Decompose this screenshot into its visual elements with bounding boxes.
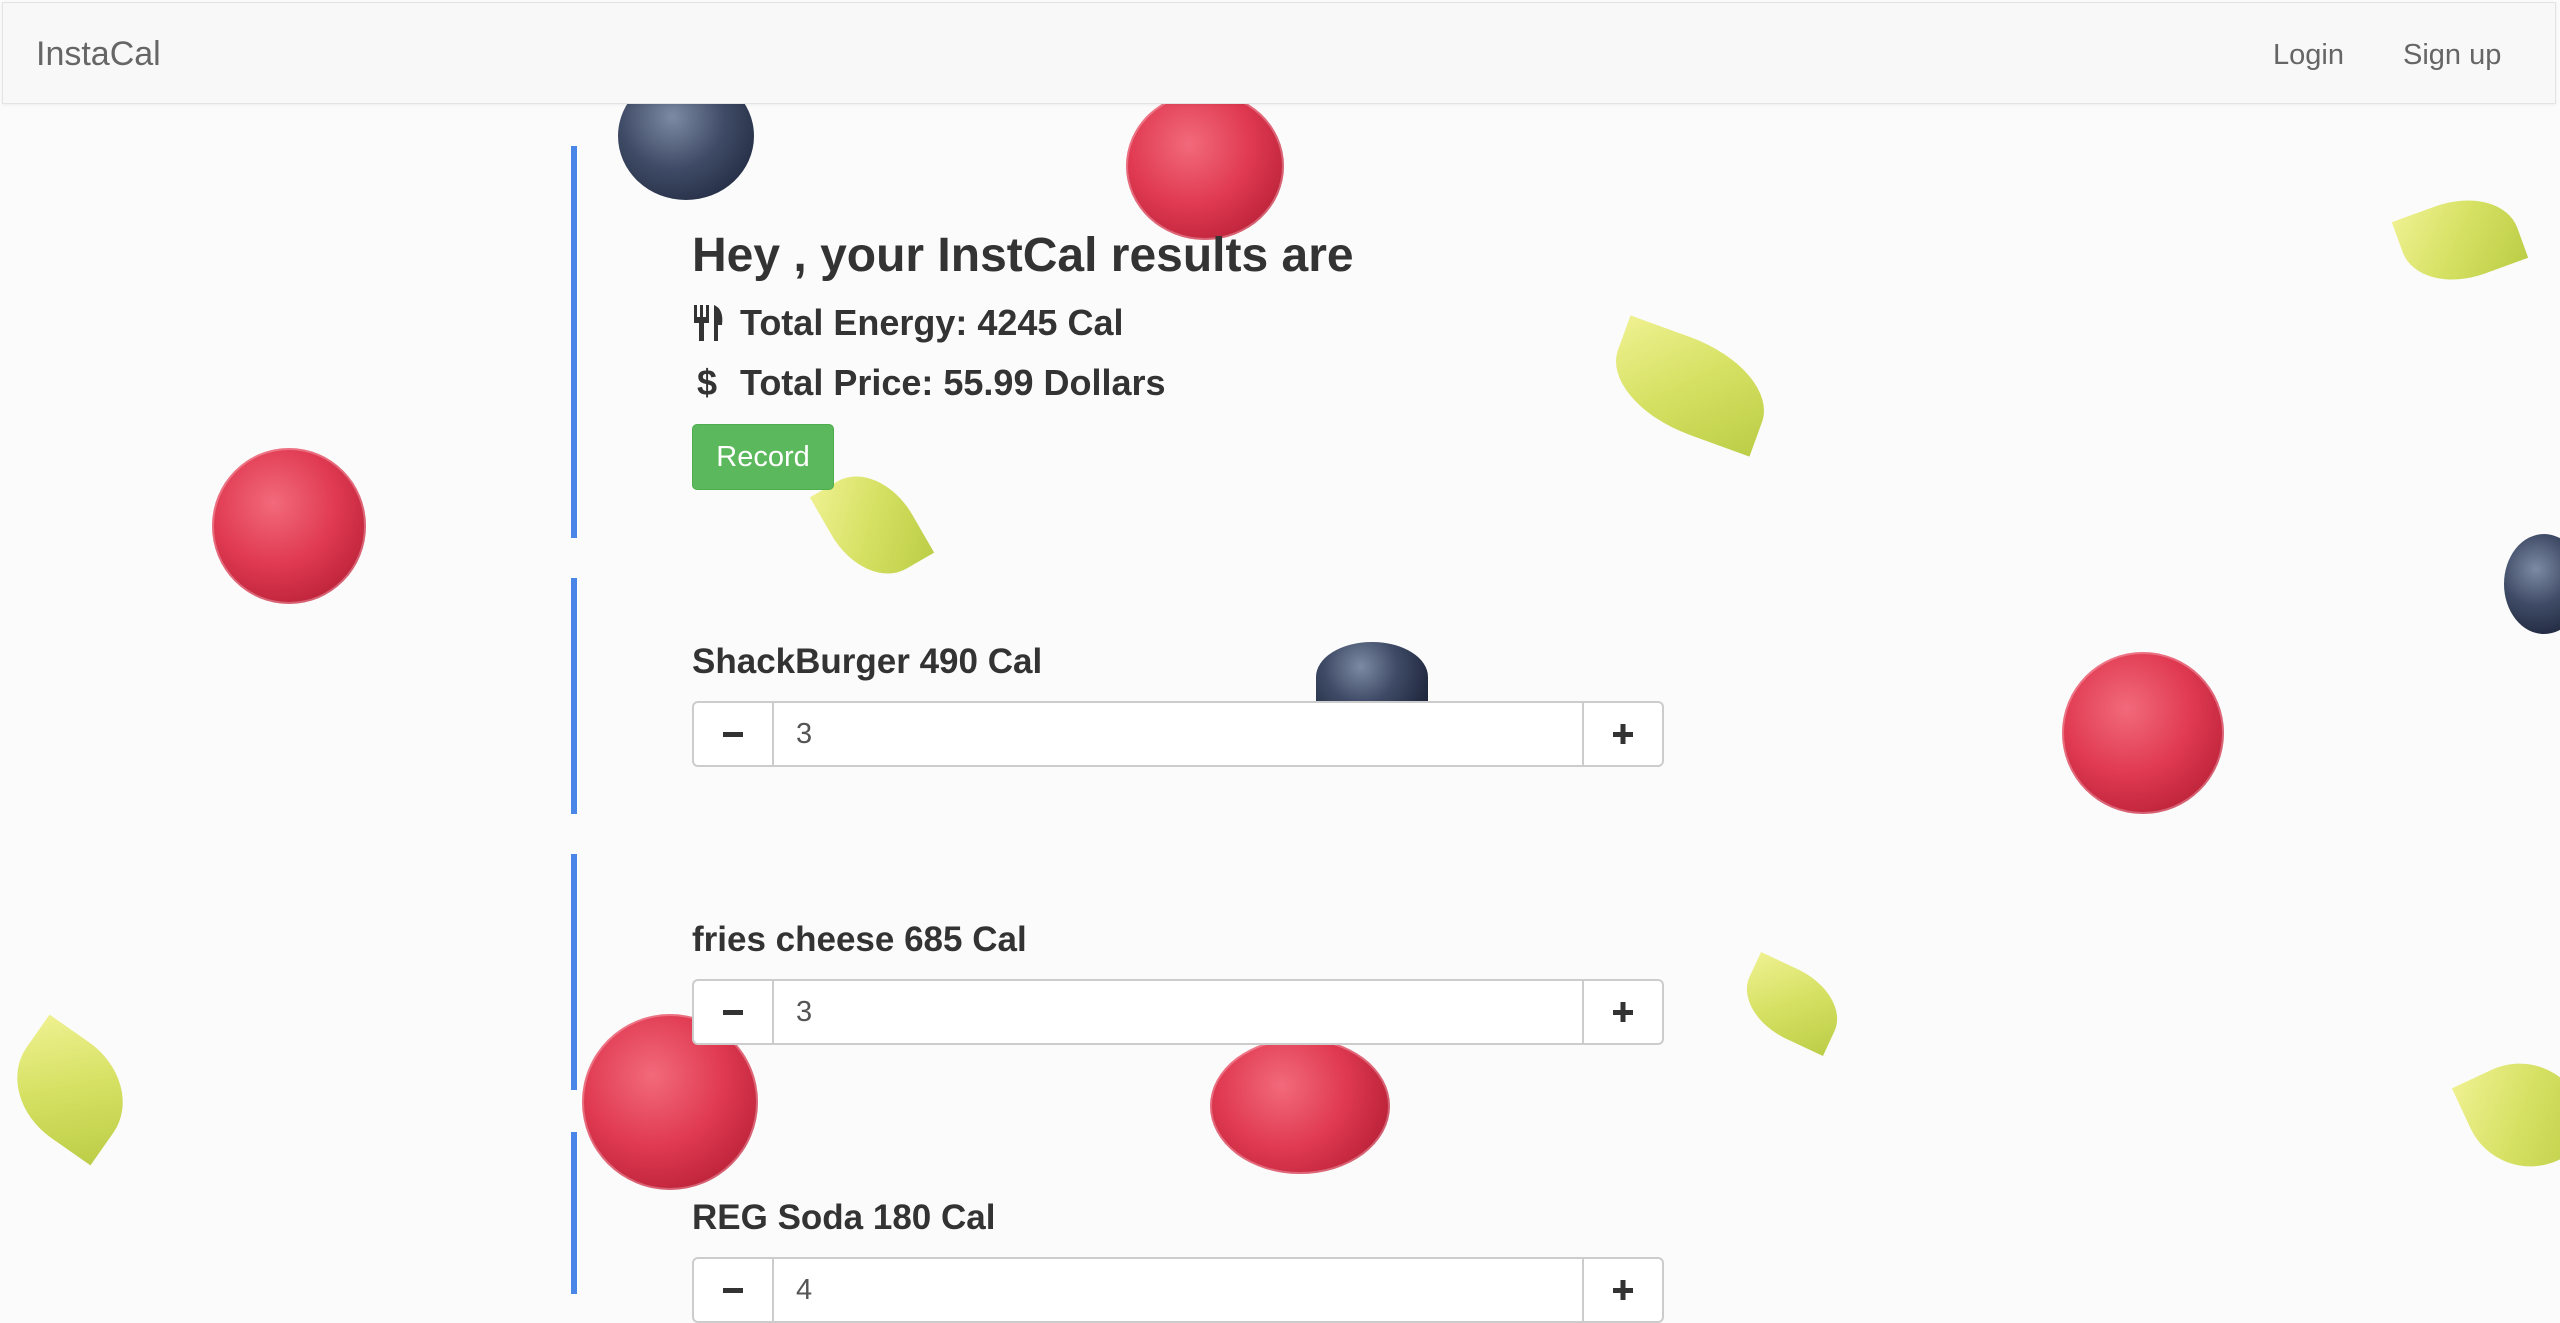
raspberry-decoration [1126,92,1284,240]
brand-logo[interactable]: InstaCal [36,35,161,74]
total-energy-row: Total Energy: 4245 Cal [692,302,1123,344]
record-button[interactable]: Record [692,424,834,490]
svg-text:$: $ [697,363,717,403]
leaf-decoration [1599,315,1781,457]
raspberry-decoration [2062,652,2224,814]
quantity-input[interactable] [772,1257,1584,1323]
blueberry-decoration [2504,534,2560,634]
results-panel [571,146,577,538]
increment-button[interactable] [1584,1257,1664,1323]
minus-icon [723,732,743,737]
decrement-button[interactable] [692,701,772,767]
quantity-stepper [692,701,1664,767]
plus-icon [1613,724,1633,744]
quantity-stepper [692,1257,1664,1323]
navbar: InstaCal Login Sign up [2,2,2556,104]
item-panel [571,854,577,1090]
login-link[interactable]: Login [2273,39,2344,72]
raspberry-decoration [1210,1038,1390,1174]
signup-link[interactable]: Sign up [2403,39,2501,72]
quantity-stepper [692,979,1664,1045]
increment-button[interactable] [1584,979,1664,1045]
decrement-button[interactable] [692,1257,772,1323]
total-energy-text: Total Energy: 4245 Cal [740,302,1124,343]
raspberry-decoration [212,448,366,604]
total-price-text: Total Price: 55.99 Dollars [740,362,1166,403]
plus-icon [1613,1280,1633,1300]
leaf-decoration [2451,1041,2560,1189]
item-label: ShackBurger 490 Cal [692,642,1043,681]
leaf-decoration [1732,952,1852,1056]
minus-icon [723,1288,743,1293]
cutlery-icon [692,303,726,343]
item-label: REG Soda 180 Cal [692,1198,996,1237]
leaf-decoration [0,1014,148,1166]
item-panel [571,578,577,814]
quantity-input[interactable] [772,979,1584,1045]
leaf-decoration [2391,182,2529,298]
dollar-icon: $ [692,363,726,403]
quantity-input[interactable] [772,701,1584,767]
results-title: Hey , your InstCal results are [692,229,1354,282]
total-price-row: $ Total Price: 55.99 Dollars [692,362,1166,404]
item-label: fries cheese 685 Cal [692,920,1027,959]
fruit-background [0,0,2560,1294]
increment-button[interactable] [1584,701,1664,767]
minus-icon [723,1010,743,1015]
plus-icon [1613,1002,1633,1022]
decrement-button[interactable] [692,979,772,1045]
item-panel [571,1132,577,1294]
